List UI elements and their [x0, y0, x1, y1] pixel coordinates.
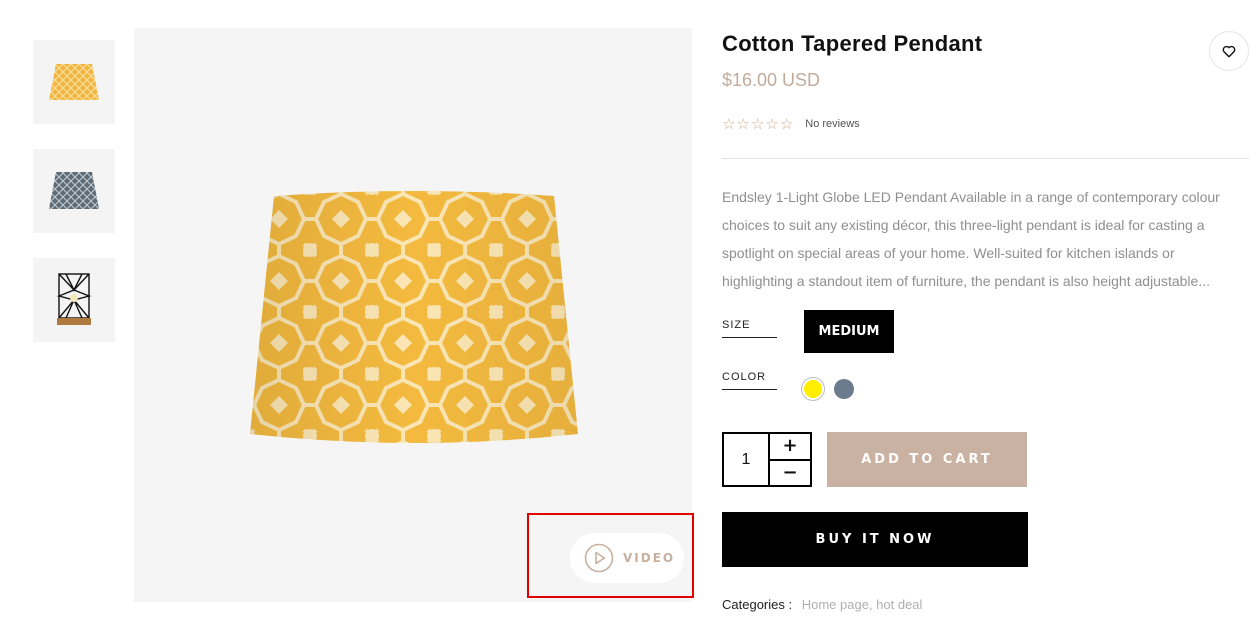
size-option-medium[interactable]: MEDIUM — [804, 310, 894, 353]
thumbnail-grey-lampshade[interactable] — [33, 149, 115, 233]
divider — [722, 158, 1249, 159]
yellow-lampshade-image — [250, 191, 578, 443]
video-label: VIDEO — [623, 551, 676, 565]
star-icon: ☆ — [722, 115, 736, 133]
thumbnail-yellow-lampshade[interactable] — [33, 40, 115, 124]
product-description: Endsley 1-Light Globe LED Pendant Availa… — [722, 189, 1220, 289]
star-icon: ☆ — [750, 115, 765, 133]
wire-cage-lamp-icon — [56, 273, 92, 325]
wishlist-button[interactable] — [1209, 31, 1249, 71]
quantity-stepper: 1 + − — [722, 432, 812, 487]
product-title: Cotton Tapered Pendant — [722, 31, 983, 56]
categories: Categories : Home page, hot deal — [722, 597, 922, 612]
quantity-minus-button[interactable]: − — [770, 461, 810, 486]
category-links[interactable]: Home page, hot deal — [802, 597, 923, 612]
color-swatch-grey[interactable] — [834, 379, 854, 399]
thumbnail-wire-cage-lamp[interactable] — [33, 258, 115, 342]
grey-lampshade-icon — [49, 172, 99, 209]
star-icon: ☆ — [765, 115, 779, 133]
color-swatch-yellow[interactable] — [802, 378, 824, 400]
star-rating: ☆ ☆ ☆ ☆ ☆ — [722, 116, 793, 132]
color-label: COLOR — [722, 371, 777, 390]
rating[interactable]: ☆ ☆ ☆ ☆ ☆ No reviews — [722, 116, 860, 132]
add-to-cart-button[interactable]: ADD TO CART — [827, 432, 1027, 487]
star-icon: ☆ — [779, 115, 794, 133]
reviews-count: No reviews — [805, 118, 860, 130]
product-price: $16.00 USD — [722, 70, 821, 90]
quantity-plus-button[interactable]: + — [770, 434, 810, 461]
play-icon — [584, 543, 614, 573]
yellow-lampshade-icon — [49, 64, 99, 100]
buy-it-now-button[interactable]: BUY IT NOW — [722, 512, 1028, 567]
video-button[interactable]: VIDEO — [570, 533, 684, 583]
thumbnail-list — [33, 40, 115, 367]
quantity-input[interactable]: 1 — [724, 434, 770, 485]
star-icon: ☆ — [736, 115, 750, 133]
heart-icon — [1222, 45, 1236, 57]
size-label: SIZE — [722, 319, 777, 338]
categories-label: Categories : — [722, 597, 793, 612]
